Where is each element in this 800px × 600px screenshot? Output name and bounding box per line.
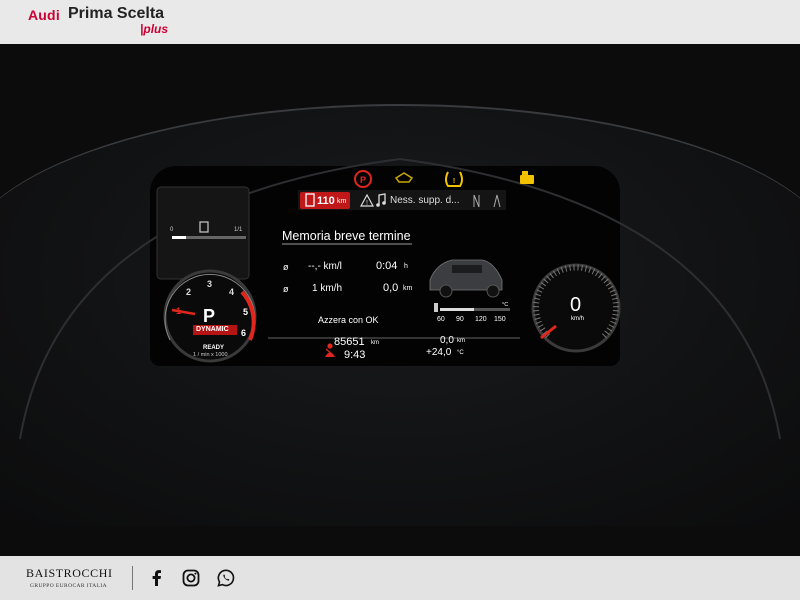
trip-title: Memoria breve termine bbox=[282, 229, 411, 243]
car-image bbox=[429, 259, 503, 298]
ready-status: READY bbox=[203, 345, 225, 351]
temp-scale-150: 150 bbox=[494, 316, 506, 323]
plus-label: |plus bbox=[140, 22, 169, 36]
range-unit: km bbox=[337, 198, 347, 205]
drive-mode: DYNAMIC bbox=[196, 326, 229, 333]
trip-avg-symbol-2: ø bbox=[283, 284, 289, 294]
brand-header: Audi Prima Scelta |plus bbox=[0, 0, 800, 44]
check-engine-icon bbox=[520, 171, 534, 184]
coolant-temp-gauge bbox=[434, 303, 510, 312]
dashboard-photo: P ! ! 110 km Ness. supp. d... 0 1/1 1 2 … bbox=[0, 44, 800, 556]
engine-warning-icon bbox=[394, 172, 414, 183]
trip-distance: 0,0 bbox=[383, 282, 399, 294]
fuel-scale-max: 1/1 bbox=[234, 227, 243, 233]
svg-text:P: P bbox=[360, 175, 366, 185]
prima-scelta-title: Prima Scelta bbox=[68, 5, 165, 22]
svg-text:!: ! bbox=[366, 200, 368, 207]
instagram-icon[interactable] bbox=[181, 568, 201, 588]
fuel-scale-min: 0 bbox=[170, 227, 174, 233]
parking-brake-icon: P bbox=[354, 170, 372, 188]
cluster-graphics: P ! ! bbox=[19, 157, 781, 440]
tacho-tick-5: 5 bbox=[243, 307, 249, 317]
tacho-tick-4: 4 bbox=[229, 287, 235, 297]
trip-km: 0,0 bbox=[440, 335, 454, 346]
whatsapp-icon[interactable] bbox=[216, 568, 236, 588]
tacho-tick-3: 3 bbox=[207, 279, 213, 289]
temp-scale-60: 60 bbox=[437, 316, 445, 323]
tire-pressure-icon: ! bbox=[445, 171, 463, 187]
trip-time-unit: h bbox=[404, 263, 408, 270]
dealer-subtitle: GRUPPO EUROCAR ITALIA bbox=[30, 583, 108, 589]
trip-distance-unit: km bbox=[403, 285, 413, 292]
fuel-bar-fill bbox=[172, 236, 186, 239]
trip-avg-symbol-1: ø bbox=[283, 262, 289, 272]
clock: 9:43 bbox=[344, 349, 366, 361]
odometer-unit: km bbox=[371, 340, 379, 346]
tacho-tick-1: 1 bbox=[176, 306, 182, 316]
dealer-footer: BAISTROCCHI GRUPPO EUROCAR ITALIA bbox=[0, 556, 800, 600]
trip-avg-speed: 1 km/h bbox=[312, 283, 343, 294]
range-value: 110 bbox=[317, 195, 335, 207]
trip-reset-hint: Azzera con OK bbox=[318, 315, 379, 325]
speed-value: 0 bbox=[570, 294, 582, 316]
svg-text:!: ! bbox=[453, 178, 455, 185]
tacho-tick-6: 6 bbox=[241, 328, 247, 338]
facebook-icon[interactable] bbox=[147, 568, 167, 588]
trip-time: 0:04 bbox=[376, 260, 398, 272]
outside-temp: +24,0 bbox=[426, 347, 452, 358]
footer-divider bbox=[132, 566, 133, 590]
trip-consumption: --,- km/l bbox=[308, 261, 342, 272]
temp-scale-120: 120 bbox=[475, 316, 487, 323]
fuel-panel bbox=[156, 186, 250, 280]
odometer: 85651 bbox=[334, 336, 365, 348]
temp-unit: °C bbox=[502, 302, 509, 308]
temp-scale-90: 90 bbox=[456, 316, 464, 323]
tacho-unit: 1 / min x 1000 bbox=[193, 352, 228, 358]
gear-indicator: P bbox=[203, 306, 216, 326]
audi-logo: Audi bbox=[28, 7, 60, 23]
outside-temp-unit: °C bbox=[457, 350, 464, 356]
media-status: Ness. supp. d... bbox=[390, 195, 460, 206]
tacho-tick-2: 2 bbox=[186, 287, 192, 297]
dealer-logo: BAISTROCCHI bbox=[26, 566, 113, 580]
trip-km-unit: km bbox=[457, 338, 465, 344]
speed-unit: km/h bbox=[571, 316, 585, 322]
